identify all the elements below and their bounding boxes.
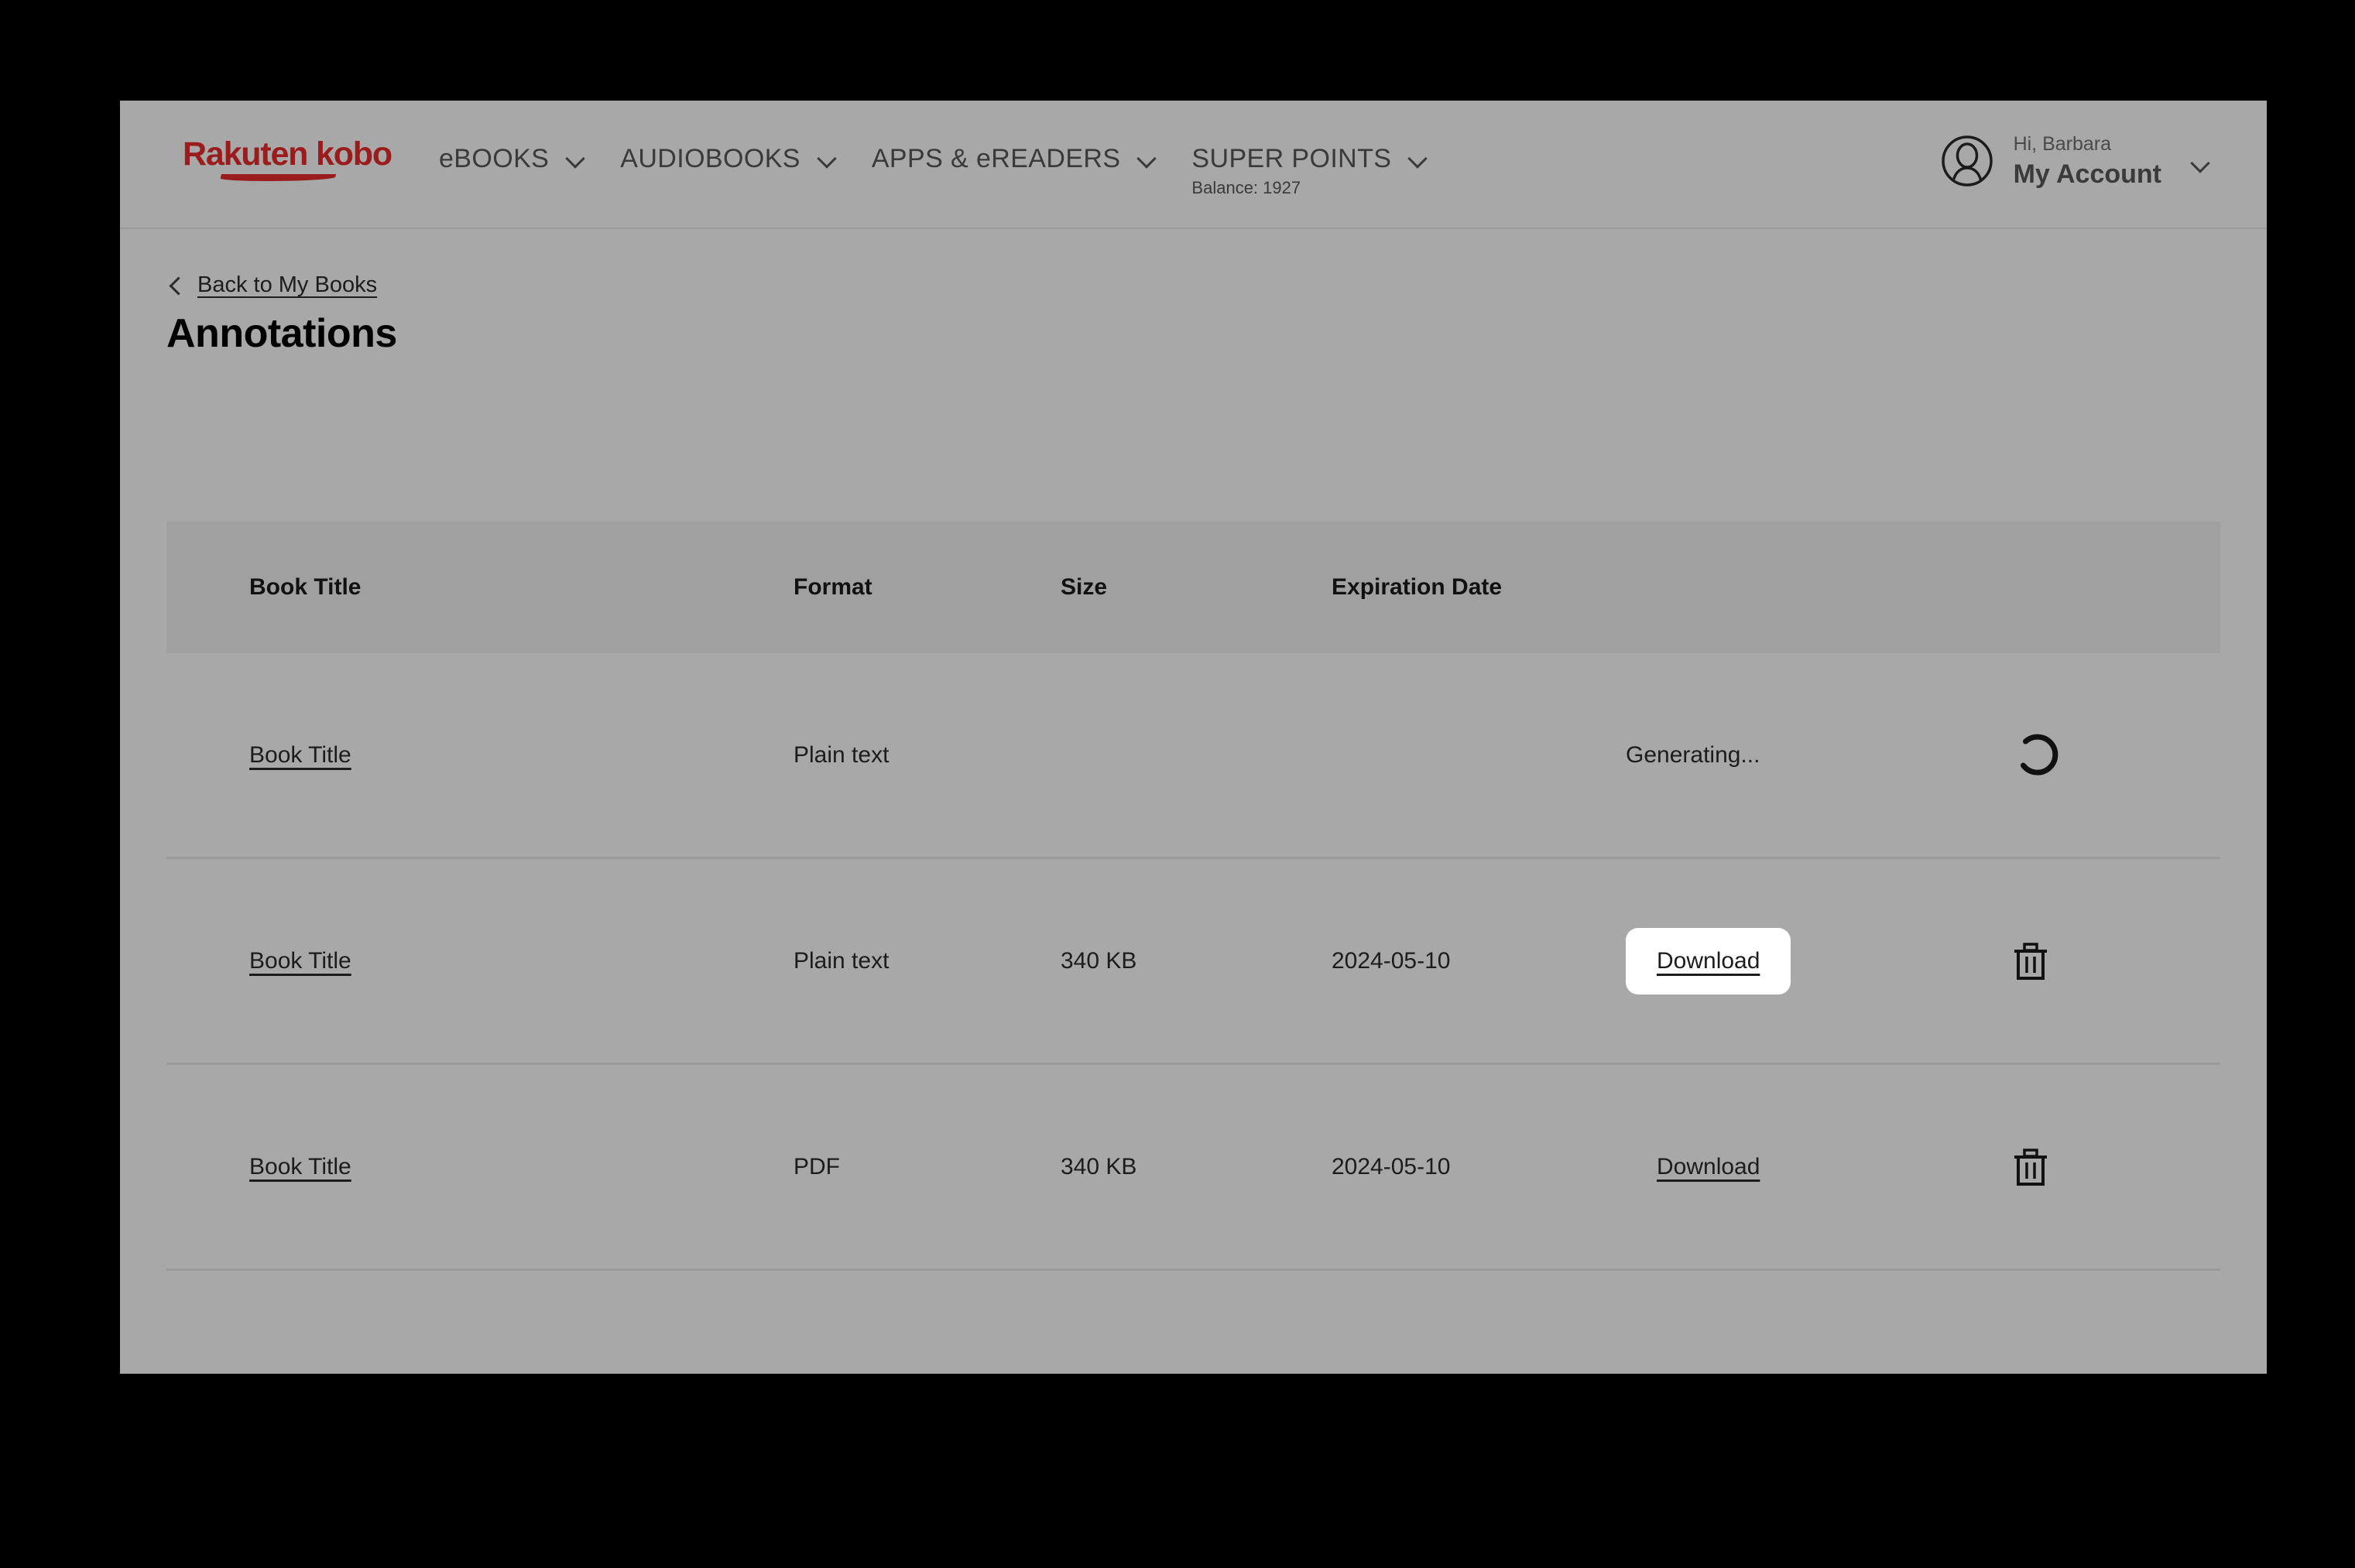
table-header-row: Book Title Format Size Expiration Date bbox=[166, 522, 2220, 653]
nav-label: APPS & eREADERS bbox=[871, 144, 1121, 173]
annotations-table: Book Title Format Size Expiration Date B… bbox=[166, 522, 2220, 1271]
download-button[interactable]: Download bbox=[1626, 927, 1791, 995]
nav-label: AUDIOBOOKS bbox=[620, 144, 800, 173]
browser-viewport: Rakuten kobo eBOOKS AUDIOBOOKS APPS & eR… bbox=[120, 101, 2267, 1374]
download-button[interactable]: Download bbox=[1626, 1134, 1791, 1200]
chevron-down-icon bbox=[1408, 149, 1428, 169]
chevron-down-icon bbox=[2191, 153, 2211, 173]
cell-format: Plain text bbox=[794, 947, 890, 974]
cell-delete bbox=[2013, 1148, 2191, 1186]
cell-action: Download bbox=[1626, 927, 2013, 995]
trash-icon[interactable] bbox=[2013, 942, 2048, 981]
page-title: Annotations bbox=[166, 311, 397, 356]
book-title-link[interactable]: Book Title bbox=[249, 948, 351, 974]
book-title-link[interactable]: Book Title bbox=[249, 1154, 351, 1180]
trash-icon[interactable] bbox=[2013, 1148, 2048, 1186]
table-row: Book Title PDF 340 KB 2024-05-10 Downloa… bbox=[166, 1065, 2220, 1271]
back-to-my-books-link[interactable]: Back to My Books bbox=[168, 272, 377, 298]
user-avatar-icon bbox=[1941, 135, 1993, 187]
account-label: My Account bbox=[2013, 159, 2161, 189]
nav-item-ebooks[interactable]: eBOOKS bbox=[422, 146, 603, 172]
chevron-down-icon bbox=[566, 149, 586, 169]
brand-name: Rakuten kobo bbox=[183, 135, 392, 173]
chevron-left-icon bbox=[168, 278, 183, 293]
cell-size: 340 KB bbox=[1061, 947, 1137, 974]
cell-format: Plain text bbox=[794, 741, 890, 768]
download-label: Download bbox=[1657, 1153, 1760, 1179]
chevron-down-icon bbox=[818, 149, 838, 169]
status-generating: Generating... bbox=[1626, 741, 1760, 768]
cell-action: Generating... bbox=[1626, 742, 2013, 769]
main-navigation: eBOOKS AUDIOBOOKS APPS & eREADERS SUPER … bbox=[422, 101, 1445, 228]
cell-book-title: Book Title bbox=[166, 1154, 794, 1180]
nav-item-super-points[interactable]: SUPER POINTS Balance: 1927 bbox=[1174, 144, 1445, 197]
site-header: Rakuten kobo eBOOKS AUDIOBOOKS APPS & eR… bbox=[120, 101, 2267, 229]
cell-format: PDF bbox=[794, 1153, 840, 1179]
account-menu[interactable]: Hi, Barbara My Account bbox=[1941, 135, 2211, 187]
column-header-format: Format bbox=[794, 574, 872, 600]
logo-swoosh bbox=[219, 174, 337, 181]
nav-label: eBOOKS bbox=[439, 144, 550, 173]
chevron-down-icon bbox=[1137, 149, 1157, 169]
column-header-expiration: Expiration Date bbox=[1332, 574, 1503, 600]
nav-item-apps-ereaders[interactable]: APPS & eREADERS bbox=[855, 146, 1175, 172]
cell-size: 340 KB bbox=[1061, 1153, 1137, 1179]
cell-delete bbox=[2013, 942, 2191, 981]
table-row: Book Title Plain text 340 KB 2024-05-10 … bbox=[166, 859, 2220, 1065]
account-text: Hi, Barbara My Account bbox=[2013, 133, 2161, 189]
download-label: Download bbox=[1657, 947, 1760, 974]
column-header-book-title: Book Title bbox=[249, 574, 362, 600]
cell-expiration: 2024-05-10 bbox=[1332, 947, 1451, 974]
super-points-balance: Balance: 1927 bbox=[1191, 178, 1301, 197]
back-link-label: Back to My Books bbox=[197, 272, 378, 297]
account-greeting: Hi, Barbara bbox=[2013, 133, 2112, 155]
book-title-link[interactable]: Book Title bbox=[249, 742, 351, 769]
column-header-size: Size bbox=[1061, 574, 1108, 600]
cell-expiration: 2024-05-10 bbox=[1332, 1153, 1451, 1179]
table-row: Book Title Plain text Generating... bbox=[166, 653, 2220, 859]
cell-action: Download bbox=[1626, 1134, 2013, 1200]
loading-spinner-icon bbox=[2021, 734, 2058, 775]
rakuten-kobo-logo[interactable]: Rakuten kobo bbox=[183, 138, 415, 184]
nav-item-audiobooks[interactable]: AUDIOBOOKS bbox=[603, 146, 855, 172]
cell-book-title: Book Title bbox=[166, 742, 794, 769]
cell-book-title: Book Title bbox=[166, 948, 794, 974]
nav-label: SUPER POINTS bbox=[1191, 144, 1392, 173]
cell-delete bbox=[2013, 731, 2191, 779]
